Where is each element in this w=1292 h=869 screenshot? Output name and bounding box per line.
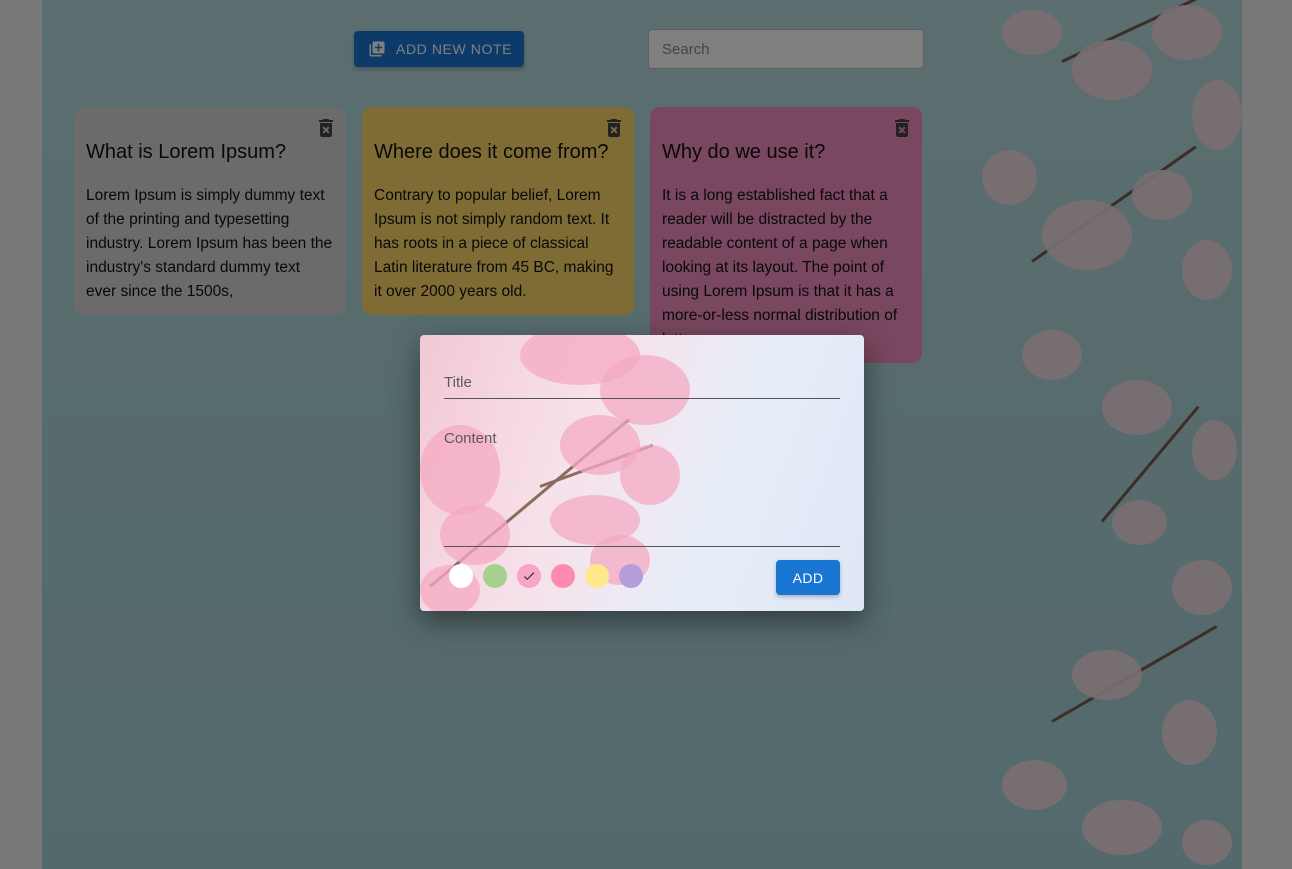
color-swatch-yellow[interactable]: [585, 564, 609, 588]
color-swatch-light-pink[interactable]: [517, 564, 541, 588]
color-swatch-pink[interactable]: [551, 564, 575, 588]
content-field[interactable]: [444, 429, 844, 545]
add-button[interactable]: ADD: [776, 560, 840, 595]
title-field[interactable]: [444, 373, 844, 397]
color-swatch-purple[interactable]: [619, 564, 643, 588]
add-note-dialog: Title Content ADD: [420, 335, 864, 611]
selected-check-icon: [522, 569, 536, 583]
color-swatch-green[interactable]: [483, 564, 507, 588]
color-swatch-white[interactable]: [449, 564, 473, 588]
content-field-underline: [444, 546, 840, 547]
title-field-underline: [444, 398, 840, 399]
